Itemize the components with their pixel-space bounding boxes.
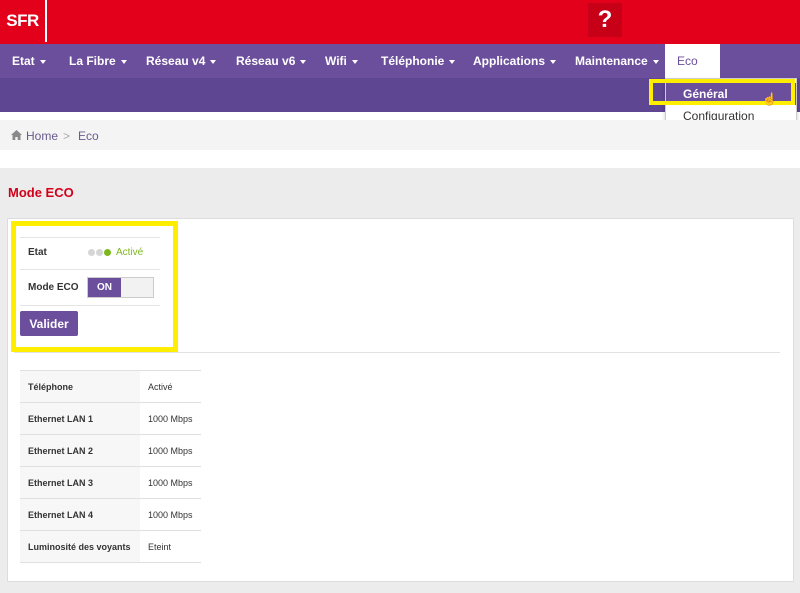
nav-item-applications[interactable]: Applications [473, 44, 557, 78]
nav-item-reseau-v4[interactable]: Réseau v4 [146, 44, 217, 78]
caret-down-icon [39, 59, 46, 64]
nav-item-telephonie[interactable]: Téléphonie [381, 44, 456, 78]
table-row: Ethernet LAN 2 1000 Mbps [20, 434, 201, 467]
nav-label: Réseau v4 [146, 54, 206, 68]
row-value: 1000 Mbps [140, 434, 201, 467]
nav-label: Téléphonie [381, 54, 445, 68]
nav-item-la-fibre[interactable]: La Fibre [69, 44, 127, 78]
top-header [0, 0, 800, 44]
row-label: Ethernet LAN 1 [20, 402, 140, 435]
hand-cursor-icon: ☝ [762, 92, 777, 106]
caret-down-icon [449, 59, 456, 64]
nav-label: Applications [473, 54, 546, 68]
nav-label: Réseau v6 [236, 54, 296, 68]
nav-item-maintenance[interactable]: Maintenance [575, 44, 659, 78]
row-value: Activé [140, 370, 201, 403]
nav-item-etat[interactable]: Etat [12, 44, 46, 78]
row-value: Eteint [140, 530, 201, 563]
row-label: Ethernet LAN 4 [20, 498, 140, 531]
section-divider [14, 352, 780, 353]
row-label: Téléphone [20, 370, 140, 403]
caret-down-icon [120, 59, 127, 64]
nav-label: Wifi [325, 54, 347, 68]
breadcrumb-current: Eco [78, 129, 99, 143]
eco-info-table: Téléphone Activé Ethernet LAN 1 1000 Mbps … [20, 370, 201, 563]
nav-item-reseau-v6[interactable]: Réseau v6 [236, 44, 307, 78]
nav-item-eco[interactable]: Eco [665, 44, 720, 78]
table-row: Téléphone Activé [20, 370, 201, 403]
nav-item-wifi[interactable]: Wifi [325, 44, 358, 78]
breadcrumb-home[interactable]: Home [26, 129, 58, 143]
nav-label: Maintenance [575, 54, 648, 68]
breadcrumb [0, 120, 800, 150]
caret-down-icon [550, 59, 557, 64]
table-row: Ethernet LAN 1 1000 Mbps [20, 402, 201, 435]
help-button[interactable]: ? [588, 3, 622, 37]
caret-down-icon [210, 59, 217, 64]
table-row: Luminosité des voyants Eteint [20, 530, 201, 563]
table-row: Ethernet LAN 3 1000 Mbps [20, 466, 201, 499]
nav-label: La Fibre [69, 54, 116, 68]
caret-down-icon [351, 59, 358, 64]
breadcrumb-separator: > [63, 129, 71, 143]
highlight-form-box [11, 221, 178, 352]
row-value: 1000 Mbps [140, 466, 201, 499]
home-icon [11, 130, 22, 140]
row-value: 1000 Mbps [140, 402, 201, 435]
nav-label: Etat [12, 54, 35, 68]
sfr-logo[interactable]: SFR [0, 0, 47, 42]
row-value: 1000 Mbps [140, 498, 201, 531]
table-row: Ethernet LAN 4 1000 Mbps [20, 498, 201, 531]
caret-down-icon [300, 59, 307, 64]
row-label: Ethernet LAN 2 [20, 434, 140, 467]
row-label: Luminosité des voyants [20, 530, 140, 563]
row-label: Ethernet LAN 3 [20, 466, 140, 499]
caret-down-icon [652, 59, 659, 64]
page-title: Mode ECO [8, 185, 74, 200]
